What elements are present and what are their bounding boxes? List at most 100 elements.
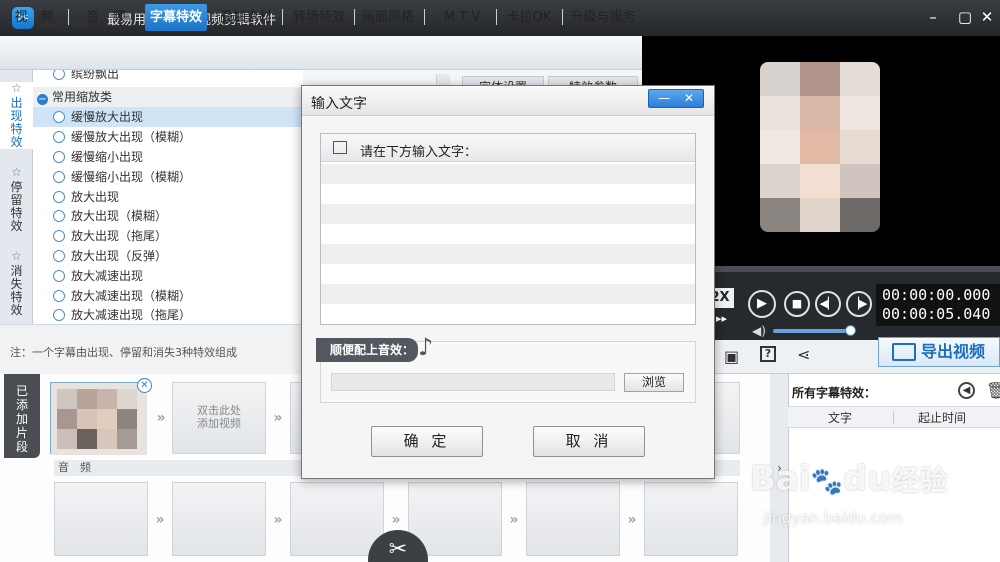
dialog-title: 输入文字: [311, 96, 367, 112]
tab-subtitle-effects[interactable]: 字幕特效: [145, 4, 207, 31]
audio-slot[interactable]: [644, 482, 738, 556]
effect-list-item[interactable]: 放大出现（拖尾）: [33, 226, 303, 246]
volume-slider-handle[interactable]: [845, 325, 856, 336]
effect-label: 放大减速出现: [71, 269, 144, 283]
radio-icon: [53, 210, 65, 222]
tab-divider: [282, 9, 283, 25]
tab-audio[interactable]: 音 频: [76, 4, 136, 31]
collapse-icon[interactable]: −: [37, 94, 48, 105]
volume-slider[interactable]: [773, 329, 851, 333]
dialog-close-icon[interactable]: ✕: [684, 90, 694, 107]
audio-slot[interactable]: [172, 482, 266, 556]
effect-list-item[interactable]: 缓慢放大出现（模糊）: [33, 127, 303, 147]
time-display: 00:00:00.000 00:00:05.040: [876, 284, 1000, 326]
main-tab-bar: [0, 36, 642, 70]
ok-button[interactable]: 确 定: [371, 426, 483, 457]
effect-list-item[interactable]: 放大出现: [33, 187, 303, 207]
remove-clip-icon[interactable]: ✕: [137, 378, 152, 393]
tab-appear-effects[interactable]: ☆ 出现特效: [0, 82, 33, 149]
effect-list-item[interactable]: 放大出现（模糊）: [33, 206, 303, 226]
effect-label: 缓慢缩小出现: [71, 150, 144, 164]
effect-label: 缓慢缩小出现（模糊）: [71, 170, 192, 184]
watermark-brand: Bai: [750, 459, 811, 499]
blurred-clip-image: [51, 383, 147, 455]
effect-label: 放大减速出现（拖尾）: [71, 308, 192, 322]
next-frame-icon[interactable]: ▕▶: [846, 291, 872, 317]
back-icon[interactable]: ◀: [958, 382, 975, 399]
radio-icon: [53, 70, 65, 80]
effect-list-item[interactable]: 缓慢缩小出现（模糊）: [33, 167, 303, 187]
effect-list-item[interactable]: 放大减速出现（拖尾）: [33, 305, 303, 324]
radio-icon: [53, 191, 65, 203]
effect-label: 放大出现（反弹）: [71, 249, 168, 263]
add-video-hint-text: 双击此处 添加视频: [197, 404, 241, 430]
tab-upgrade-service[interactable]: 升级与服务: [566, 4, 640, 31]
tab-stay-label: 停留特效: [10, 180, 23, 233]
edit-icon: [333, 141, 347, 154]
effect-label: 缓慢放大出现（模糊）: [71, 130, 192, 144]
tab-divider: [68, 9, 69, 25]
effect-list-item[interactable]: 放大出现（反弹）: [33, 246, 303, 266]
text-input-prompt: 请在下方输入文字：: [360, 145, 478, 160]
column-text: 文字: [828, 411, 853, 425]
text-line: [321, 284, 695, 304]
tab-mtv[interactable]: M T V: [432, 4, 492, 31]
stop-icon[interactable]: ■: [784, 291, 810, 317]
baidu-watermark: Bai🐾du经验 jingyan.baidu.com: [750, 462, 947, 527]
text-line: [321, 244, 695, 264]
effect-group-header[interactable]: − 常用缩放类: [33, 87, 303, 107]
dialog-minimize-icon[interactable]: —: [658, 90, 670, 107]
radio-icon: [53, 230, 65, 242]
previous-frame-icon[interactable]: ◀▏: [815, 291, 841, 317]
tab-overlay[interactable]: 叠加素材: [213, 4, 279, 31]
text-line: [321, 164, 695, 184]
tab-disappear-label: 消失特效: [10, 264, 23, 317]
delete-icon[interactable]: 🗑: [986, 381, 1000, 400]
effects-panel-title: 所有字幕特效：: [792, 386, 877, 400]
effect-list-item[interactable]: 缓慢缩小出现: [33, 147, 303, 167]
close-window-icon[interactable]: ✕: [974, 5, 1000, 29]
audio-slot[interactable]: [526, 482, 620, 556]
radio-icon: [53, 270, 65, 282]
tab-divider: [496, 9, 497, 25]
added-clips-tab[interactable]: 已添加片段: [4, 374, 40, 458]
audio-slot[interactable]: [290, 482, 384, 556]
cancel-button[interactable]: 取 消: [533, 426, 645, 457]
sound-effect-path-field[interactable]: [331, 373, 615, 391]
help-icon[interactable]: ?: [760, 346, 776, 362]
tab-transitions[interactable]: 转场特效: [286, 4, 352, 31]
effect-list-item[interactable]: 缤纷飘出: [33, 70, 303, 84]
chevron-right-icon: »: [627, 512, 637, 528]
minimize-icon[interactable]: –: [920, 5, 946, 29]
tab-picture-style[interactable]: 画面风格: [357, 4, 419, 31]
total-time: 00:00:05.040: [882, 305, 991, 323]
chevron-right-icon: »: [273, 512, 283, 528]
tab-karaoke[interactable]: 卡拉OK: [500, 4, 558, 31]
effect-list-item[interactable]: 放大减速出现（模糊）: [33, 286, 303, 306]
tab-video[interactable]: 视 频: [8, 4, 60, 31]
audio-slot[interactable]: [54, 482, 148, 556]
save-icon[interactable]: ▣: [724, 347, 739, 366]
effect-list-item[interactable]: 放大减速出现: [33, 266, 303, 286]
play-icon[interactable]: ▶: [748, 290, 776, 318]
tab-stay-effects[interactable]: ☆ 停留特效: [0, 166, 33, 233]
volume-icon[interactable]: ◀): [752, 324, 766, 338]
effect-list-item[interactable]: 缓慢放大出现: [33, 107, 303, 127]
clip-thumbnail[interactable]: [50, 382, 147, 455]
browse-button[interactable]: 浏览: [624, 373, 684, 392]
tab-divider: [354, 9, 355, 25]
share-icon[interactable]: ⋖: [797, 345, 810, 364]
fast-forward-icon[interactable]: ▸▸: [716, 312, 727, 325]
column-divider: [893, 411, 894, 425]
radio-icon: [53, 309, 65, 321]
chevron-right-icon: »: [156, 410, 166, 426]
star-icon: ☆: [11, 165, 22, 179]
music-note-icon: ♪: [418, 333, 434, 361]
watermark-brand-cn: 经验: [891, 464, 948, 497]
text-line: [321, 204, 695, 224]
added-clips-label: 已添加片段: [15, 384, 28, 454]
radio-icon: [53, 290, 65, 302]
seek-bar[interactable]: [715, 266, 1000, 272]
tab-disappear-effects[interactable]: ☆ 消失特效: [0, 250, 33, 317]
effect-group-label: 常用缩放类: [52, 90, 113, 104]
